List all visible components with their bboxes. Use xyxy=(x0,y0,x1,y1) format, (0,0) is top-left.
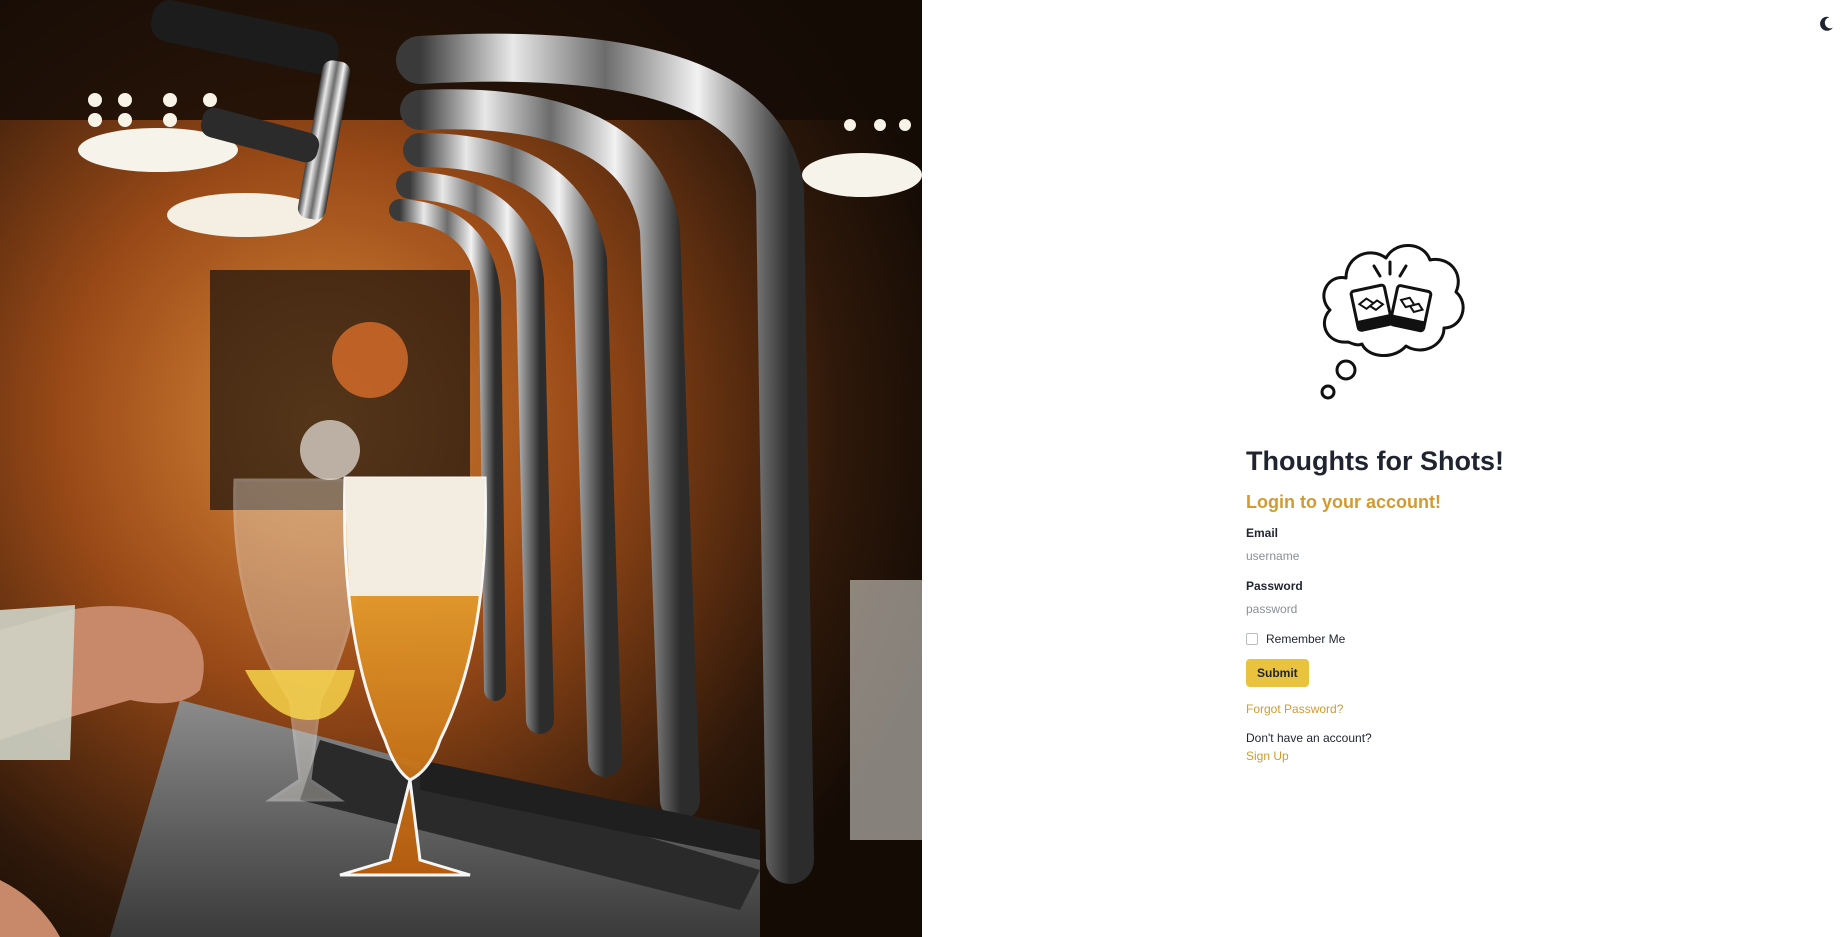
thought-bubble-cheers-icon xyxy=(1320,244,1465,400)
hero-photo xyxy=(0,0,922,937)
login-subtitle: Login to your account! xyxy=(1246,492,1441,512)
password-label: Password xyxy=(1246,579,1303,593)
remember-me-checkbox[interactable] xyxy=(1246,633,1258,645)
no-account-text: Don't have an account? xyxy=(1246,731,1372,745)
remember-me-row: Remember Me xyxy=(1246,632,1345,646)
forgot-password-link[interactable]: Forgot Password? xyxy=(1246,702,1343,716)
email-input[interactable] xyxy=(1246,546,1486,566)
logo xyxy=(1298,222,1478,402)
email-label: Email xyxy=(1246,526,1279,540)
brand-title: Thoughts for Shots! xyxy=(1246,446,1504,476)
remember-me-label: Remember Me xyxy=(1266,632,1346,646)
theme-toggle-button[interactable] xyxy=(1816,14,1836,34)
password-input[interactable] xyxy=(1246,599,1486,619)
login-page: Thoughts for Shots! Login to your accoun… xyxy=(0,0,1848,937)
beer-taps-illustration xyxy=(0,0,922,937)
login-panel: Thoughts for Shots! Login to your accoun… xyxy=(922,0,1848,937)
sign-up-link[interactable]: Sign Up xyxy=(1246,749,1289,763)
submit-button[interactable]: Submit xyxy=(1246,659,1309,687)
moon-icon xyxy=(1820,16,1833,31)
